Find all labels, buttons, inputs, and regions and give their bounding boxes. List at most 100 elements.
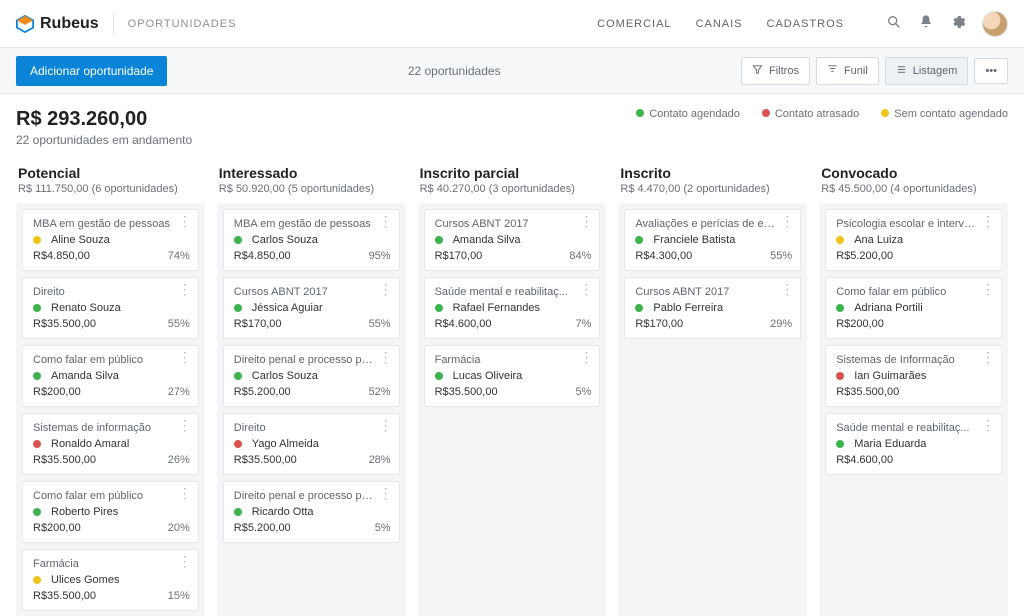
nav-cadastros[interactable]: CADASTROS: [767, 18, 844, 30]
listagem-button[interactable]: Listagem: [885, 57, 969, 85]
card-menu-icon[interactable]: ⋮: [981, 420, 995, 430]
dot-red-icon: [762, 109, 770, 117]
card-person: Aline Souza: [51, 234, 110, 246]
status-dot-icon: [836, 440, 844, 448]
card-amount: R$200,00: [836, 318, 884, 330]
card-percent: 29%: [770, 318, 792, 330]
card-menu-icon[interactable]: ⋮: [379, 352, 393, 362]
card-percent: 55%: [168, 318, 190, 330]
more-button[interactable]: •••: [974, 58, 1008, 84]
card-title: MBA em gestão de pessoas: [33, 218, 190, 230]
card-title: Direito penal e processo penal: [234, 354, 391, 366]
card-person: Yago Almeida: [252, 438, 319, 450]
column-header: InscritoR$ 4.470,00 (2 oportunidades): [618, 161, 807, 203]
opportunity-card[interactable]: ⋮MBA em gestão de pessoas Aline Souza R$4.…: [22, 209, 199, 271]
opportunity-card[interactable]: ⋮Saúde mental e reabilitaç...Rafael Fern…: [424, 277, 601, 339]
card-person: Maria Eduarda: [854, 438, 926, 450]
opportunity-card[interactable]: ⋮Como falar em públicoAmanda SilvaR$200,…: [22, 345, 199, 407]
column-body[interactable]: ⋮Psicologia escolar e interven...Ana Lui…: [819, 203, 1008, 616]
column-body[interactable]: ⋮MBA em gestão de pessoasAline SouzaR$4.…: [16, 203, 205, 616]
card-menu-icon[interactable]: ⋮: [981, 352, 995, 362]
card-menu-icon[interactable]: ⋮: [981, 216, 995, 226]
avatar[interactable]: [982, 11, 1008, 37]
card-person-row: Amanda Silva: [435, 234, 592, 246]
opportunity-card[interactable]: ⋮Avaliações e perícias de eng...Franciel…: [624, 209, 801, 271]
search-icon[interactable]: [886, 14, 902, 33]
legend-atrasado: Contato atrasado: [762, 108, 859, 120]
card-value-row: R$35.500,0026%: [33, 454, 190, 466]
legend-atrasado-label: Contato atrasado: [775, 108, 859, 120]
opportunity-card[interactable]: ⋮Cursos ABNT 2017Amanda SilvaR$170,0084%: [424, 209, 601, 271]
status-dot-icon: [33, 236, 41, 244]
header: Rubeus OPORTUNIDADES COMERCIAL CANAIS CA…: [0, 0, 1024, 48]
card-menu-icon[interactable]: ⋮: [178, 556, 192, 566]
funil-button[interactable]: Funil: [816, 57, 879, 85]
card-menu-icon[interactable]: ⋮: [178, 216, 192, 226]
filtros-button[interactable]: Filtros: [741, 57, 810, 85]
opportunity-card[interactable]: ⋮Direito penal e processo penal Carlos So…: [223, 345, 400, 407]
card-person-row: Carlos Souza: [234, 370, 391, 382]
card-amount: R$4.850,00: [33, 250, 90, 262]
column-body[interactable]: ⋮Cursos ABNT 2017Amanda SilvaR$170,0084%…: [418, 203, 607, 616]
gear-icon[interactable]: [950, 14, 966, 33]
card-menu-icon[interactable]: ⋮: [379, 488, 393, 498]
opportunity-card[interactable]: ⋮Direito penal e processo penalRicardo O…: [223, 481, 400, 543]
card-menu-icon[interactable]: ⋮: [178, 420, 192, 430]
card-value-row: R$35.500,0028%: [234, 454, 391, 466]
card-person-row: Yago Almeida: [234, 438, 391, 450]
column-body[interactable]: ⋮Avaliações e perícias de eng...Franciel…: [618, 203, 807, 616]
card-percent: 27%: [168, 386, 190, 398]
bell-icon[interactable]: [918, 14, 934, 33]
status-dot-icon: [33, 372, 41, 380]
card-person: Ian Guimarães: [854, 370, 926, 382]
card-percent: 5%: [575, 386, 591, 398]
opportunity-card[interactable]: ⋮Cursos ABNT 2017Jéssica AguiarR$170,005…: [223, 277, 400, 339]
opportunity-card[interactable]: ⋮Sistemas de InformaçãoIan GuimarãesR$35…: [825, 345, 1002, 407]
card-person: Lucas Oliveira: [453, 370, 523, 382]
column-title: Inscrito parcial: [420, 165, 605, 181]
card-menu-icon[interactable]: ⋮: [178, 352, 192, 362]
card-amount: R$4.600,00: [836, 454, 893, 466]
card-value-row: R$35.500,00: [836, 386, 993, 398]
opportunity-card[interactable]: ⋮Como falar em públicoRoberto PiresR$200…: [22, 481, 199, 543]
card-menu-icon[interactable]: ⋮: [981, 284, 995, 294]
nav-canais[interactable]: CANAIS: [696, 18, 743, 30]
card-person-row: Adriana Portili: [836, 302, 993, 314]
opportunity-card[interactable]: ⋮Saúde mental e reabilitaç...Maria Eduar…: [825, 413, 1002, 475]
card-amount: R$170,00: [234, 318, 282, 330]
opportunity-card[interactable]: ⋮Como falar em públicoAdriana PortiliR$2…: [825, 277, 1002, 339]
opportunity-card[interactable]: ⋮DireitoRenato SouzaR$35.500,0055%: [22, 277, 199, 339]
card-person-row: Ian Guimarães: [836, 370, 993, 382]
card-menu-icon[interactable]: ⋮: [579, 284, 593, 294]
opportunity-card[interactable]: ⋮FarmáciaLucas OliveiraR$35.500,005%: [424, 345, 601, 407]
card-menu-icon[interactable]: ⋮: [379, 216, 393, 226]
card-menu-icon[interactable]: ⋮: [780, 216, 794, 226]
toolbar-right: Filtros Funil Listagem •••: [741, 57, 1008, 85]
card-person: Ulices Gomes: [51, 574, 119, 586]
opportunity-card[interactable]: ⋮Psicologia escolar e interven...Ana Lui…: [825, 209, 1002, 271]
card-menu-icon[interactable]: ⋮: [379, 284, 393, 294]
column-body[interactable]: ⋮MBA em gestão de pessoasCarlos SouzaR$4…: [217, 203, 406, 616]
opportunity-card[interactable]: ⋮MBA em gestão de pessoasCarlos SouzaR$4…: [223, 209, 400, 271]
card-menu-icon[interactable]: ⋮: [379, 420, 393, 430]
card-menu-icon[interactable]: ⋮: [579, 216, 593, 226]
card-person: Amanda Silva: [51, 370, 119, 382]
opportunity-card[interactable]: ⋮DireitoYago AlmeidaR$35.500,0028%: [223, 413, 400, 475]
card-person: Jéssica Aguiar: [252, 302, 323, 314]
card-menu-icon[interactable]: ⋮: [579, 352, 593, 362]
listagem-label: Listagem: [913, 65, 958, 77]
status-dot-icon: [234, 236, 242, 244]
brand-text: Rubeus: [40, 15, 99, 33]
card-menu-icon[interactable]: ⋮: [178, 488, 192, 498]
opportunity-card[interactable]: ⋮Cursos ABNT 2017Pablo FerreiraR$170,002…: [624, 277, 801, 339]
card-menu-icon[interactable]: ⋮: [178, 284, 192, 294]
opportunity-card[interactable]: ⋮FarmáciaUlices GomesR$35.500,0015%: [22, 549, 199, 611]
opportunity-card[interactable]: ⋮Sistemas de informaçãoRonaldo AmaralR$3…: [22, 413, 199, 475]
logo[interactable]: Rubeus: [16, 15, 99, 33]
nav-comercial[interactable]: COMERCIAL: [597, 18, 671, 30]
add-opportunity-button[interactable]: Adicionar oportunidade: [16, 56, 167, 86]
card-menu-icon[interactable]: ⋮: [780, 284, 794, 294]
kanban-board: PotencialR$ 111.750,00 (6 oportunidades)…: [0, 157, 1024, 616]
card-person: Roberto Pires: [51, 506, 118, 518]
card-person-row: Pablo Ferreira: [635, 302, 792, 314]
